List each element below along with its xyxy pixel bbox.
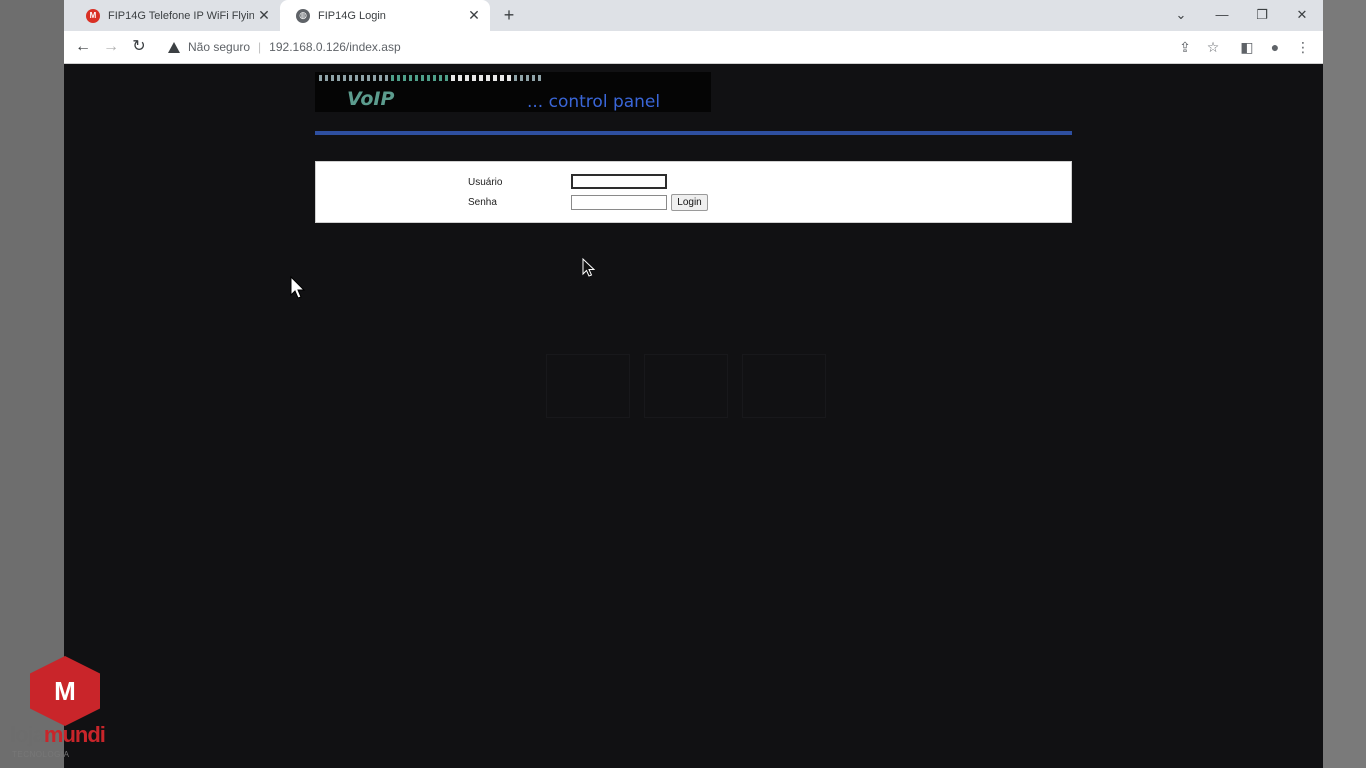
voip-banner: VoIP ... control panel [315,72,711,112]
close-window-button[interactable]: ✕ [1285,4,1319,26]
watermark-subtext: TECNOLOGIA [12,750,70,759]
browser-toolbar: ← → ↻ Não seguro | 192.168.0.126/index.a… [64,31,1323,64]
banner-brand: VoIP [347,88,395,110]
ghost-card [644,354,728,418]
warning-icon[interactable] [168,41,180,53]
mouse-cursor-icon [290,275,306,299]
tab-fip14g-login[interactable]: ◍ FIP14G Login ✕ [280,0,490,31]
new-tab-button[interactable]: + [498,5,520,27]
led-strip [319,75,541,81]
lojamundi-logo-icon: M [30,656,100,726]
menu-dots-icon[interactable]: ⋮ [1292,36,1314,58]
mouse-cursor-icon [582,257,596,277]
tab-search-chevron-icon[interactable]: ⌄ [1164,4,1198,26]
profile-avatar-icon[interactable]: ● [1264,36,1286,58]
minimize-button[interactable]: — [1205,4,1239,26]
ghost-card [742,354,826,418]
login-form: Usuário Senha Login [315,161,1072,223]
close-icon[interactable]: ✕ [464,7,484,24]
share-icon[interactable]: ⇪ [1174,36,1196,58]
tab-strip: M FIP14G Telefone IP WiFi Flyingvo ✕ ◍ F… [64,0,1323,31]
password-input[interactable] [571,195,667,210]
password-label: Senha [468,197,497,208]
globe-icon: ◍ [296,8,310,23]
banner-subtitle: ... control panel [527,92,661,112]
url-text[interactable]: 192.168.0.126/index.asp [269,40,400,54]
bookmark-star-icon[interactable]: ☆ [1202,36,1224,58]
reload-icon[interactable]: ↻ [128,36,150,58]
left-outer-area [0,0,64,768]
forward-arrow-icon[interactable]: → [100,36,122,58]
address-separator: | [258,40,262,54]
back-arrow-icon[interactable]: ← [72,36,94,58]
watermark-text: lojamundi [10,722,106,747]
right-outer-area [1323,0,1366,768]
lojamundi-icon: M [86,8,100,23]
restore-button[interactable]: ❐ [1245,4,1279,26]
username-label: Usuário [468,177,503,188]
tab-title: FIP14G Telefone IP WiFi Flyingvo [108,9,254,22]
close-icon[interactable]: ✕ [254,7,274,24]
page-content: VoIP ... control panel Usuário Senha Log… [64,64,1323,768]
tab-fip14g-product[interactable]: M FIP14G Telefone IP WiFi Flyingvo ✕ [70,0,280,31]
username-input[interactable] [571,174,667,189]
ghost-card [546,354,630,418]
tab-title: FIP14G Login [318,9,386,22]
browser-window: M FIP14G Telefone IP WiFi Flyingvo ✕ ◍ F… [64,0,1323,768]
address-bar[interactable]: Não seguro | 192.168.0.126/index.asp [156,34,1166,60]
side-panel-icon[interactable]: ◧ [1236,36,1258,58]
security-label[interactable]: Não seguro [188,40,250,54]
login-button[interactable]: Login [671,194,708,211]
lojamundi-watermark: M lojamundi TECNOLOGIA [10,656,120,766]
divider-rule [315,131,1072,135]
